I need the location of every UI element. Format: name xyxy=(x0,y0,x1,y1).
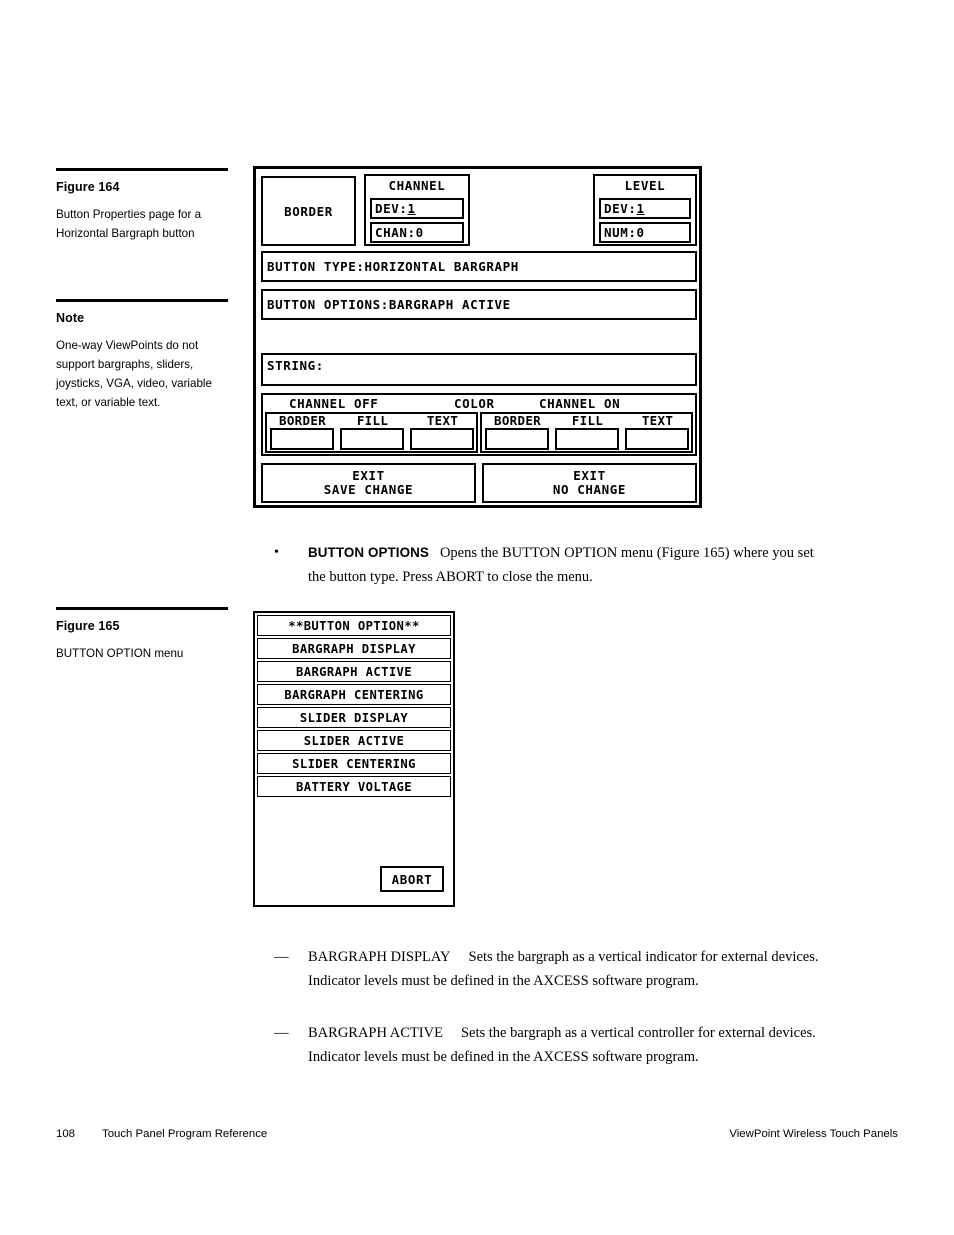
exit-nochange-line2: NO CHANGE xyxy=(552,482,627,497)
channel-on-fill-cell: FILL xyxy=(553,414,622,451)
channel-off-border-swatch[interactable] xyxy=(270,428,334,450)
divider-rule-figure165 xyxy=(56,607,228,610)
channel-on-fill-swatch[interactable] xyxy=(555,428,619,450)
level-group-title: LEVEL xyxy=(624,178,666,193)
channel-off-swatch-group: BORDER FILL TEXT xyxy=(265,412,478,453)
bargraph-active-definition: — BARGRAPH ACTIVE Sets the bargraph as a … xyxy=(274,1021,829,1069)
footer-document-title: Touch Panel Program Reference xyxy=(102,1128,268,1140)
menu-item-bargraph-centering[interactable]: BARGRAPH CENTERING xyxy=(257,684,451,705)
footer-product-name: ViewPoint Wireless Touch Panels xyxy=(729,1128,898,1140)
exit-save-change-button[interactable]: EXIT SAVE CHANGE xyxy=(261,463,476,503)
exit-no-change-button[interactable]: EXIT NO CHANGE xyxy=(482,463,697,503)
channel-on-border-cell: BORDER xyxy=(483,414,552,451)
menu-item-slider-display[interactable]: SLIDER DISPLAY xyxy=(257,707,451,728)
channel-on-border-swatch[interactable] xyxy=(485,428,549,450)
footer-page-number: 108 xyxy=(56,1128,76,1140)
menu-item-slider-centering[interactable]: SLIDER CENTERING xyxy=(257,753,451,774)
channel-chan-label: CHAN: xyxy=(375,225,416,240)
page-footer: 108 Touch Panel Program Reference ViewPo… xyxy=(56,1128,898,1140)
menu-item-bargraph-active[interactable]: BARGRAPH ACTIVE xyxy=(257,661,451,682)
color-section: CHANNEL OFF COLOR CHANNEL ON BORDER FILL… xyxy=(261,393,697,456)
figure-164-heading: Figure 164 xyxy=(56,180,120,194)
string-field[interactable]: STRING: xyxy=(261,353,697,386)
bargraph-display-definition: — BARGRAPH DISPLAY Sets the bargraph as a… xyxy=(274,945,829,993)
channel-off-border-cell: BORDER xyxy=(268,414,337,451)
note-body: One-way ViewPoints do not support bargra… xyxy=(56,339,212,409)
exit-save-line1: EXIT xyxy=(352,468,385,483)
em-dash-icon: — xyxy=(274,949,289,965)
figure-165-caption: BUTTON OPTION menu xyxy=(56,647,184,660)
channel-off-fill-cell: FILL xyxy=(338,414,407,451)
figure-164-margin-block: Figure 164 Button Properties page for a … xyxy=(56,168,228,243)
bargraph-active-term: BARGRAPH ACTIVE xyxy=(308,1025,443,1041)
level-num-value: 0 xyxy=(636,225,645,240)
channel-off-text-swatch[interactable] xyxy=(410,428,474,450)
channel-dev-field[interactable]: DEV: 1 xyxy=(370,198,464,219)
menu-item-battery-voltage[interactable]: BATTERY VOLTAGE xyxy=(257,776,451,797)
bargraph-display-text: BARGRAPH DISPLAY Sets the bargraph as a v… xyxy=(308,945,829,993)
bullet-icon: • xyxy=(274,545,279,560)
menu-item-slider-active[interactable]: SLIDER ACTIVE xyxy=(257,730,451,751)
em-dash-icon: — xyxy=(274,1025,289,1041)
channel-group-title: CHANNEL xyxy=(388,178,446,193)
color-header: COLOR xyxy=(454,396,495,411)
figure-165-heading: Figure 165 xyxy=(56,619,120,633)
divider-rule-figure164 xyxy=(56,168,228,171)
divider-rule-note xyxy=(56,299,228,302)
level-num-label: NUM: xyxy=(604,225,637,240)
bullet-term: BUTTON OPTIONS xyxy=(308,545,429,560)
bullet-paragraph-text: BUTTON OPTIONS Opens the BUTTON OPTION me… xyxy=(308,541,814,589)
channel-dev-value: 1 xyxy=(407,201,416,216)
channel-on-swatch-group: BORDER FILL TEXT xyxy=(480,412,693,453)
exit-save-line2: SAVE CHANGE xyxy=(323,482,414,497)
menu-item-bargraph-display[interactable]: BARGRAPH DISPLAY xyxy=(257,638,451,659)
level-num-field[interactable]: NUM: 0 xyxy=(599,222,691,243)
channel-chan-value: 0 xyxy=(415,225,424,240)
border-button[interactable]: BORDER xyxy=(261,176,356,246)
channel-dev-label: DEV: xyxy=(375,201,408,216)
channel-on-fill-label: FILL xyxy=(571,413,604,428)
note-margin-block: Note One-way ViewPoints do not support b… xyxy=(56,299,228,412)
note-heading: Note xyxy=(56,311,85,325)
channel-on-text-cell: TEXT xyxy=(623,414,692,451)
channel-group: CHANNEL DEV: 1 CHAN: 0 xyxy=(364,174,470,246)
channel-off-border-label: BORDER xyxy=(279,413,326,428)
exit-nochange-line1: EXIT xyxy=(573,468,606,483)
channel-off-header: CHANNEL OFF xyxy=(289,396,379,411)
menu-title: **BUTTON OPTION** xyxy=(257,615,451,636)
bargraph-active-text: BARGRAPH ACTIVE Sets the bargraph as a ve… xyxy=(308,1021,829,1069)
level-dev-label: DEV: xyxy=(604,201,637,216)
abort-button[interactable]: ABORT xyxy=(380,866,444,892)
channel-on-border-label: BORDER xyxy=(494,413,541,428)
channel-chan-field[interactable]: CHAN: 0 xyxy=(370,222,464,243)
channel-off-fill-label: FILL xyxy=(356,413,389,428)
figure-164-button-properties-page: BORDER CHANNEL DEV: 1 CHAN: 0 LEVEL DEV: 1 … xyxy=(253,166,702,508)
figure-164-caption: Button Properties page for a Horizontal … xyxy=(56,208,202,240)
channel-on-text-label: TEXT xyxy=(641,413,674,428)
button-options-field[interactable]: BUTTON OPTIONS:BARGRAPH ACTIVE xyxy=(261,289,697,320)
level-dev-value: 1 xyxy=(636,201,645,216)
level-dev-field[interactable]: DEV: 1 xyxy=(599,198,691,219)
button-type-field[interactable]: BUTTON TYPE:HORIZONTAL BARGRAPH xyxy=(261,251,697,282)
channel-on-header: CHANNEL ON xyxy=(539,396,621,411)
channel-off-fill-swatch[interactable] xyxy=(340,428,404,450)
channel-on-text-swatch[interactable] xyxy=(625,428,689,450)
figure-165-button-option-menu: **BUTTON OPTION** BARGRAPH DISPLAY BARGR… xyxy=(253,611,455,907)
bargraph-display-term: BARGRAPH DISPLAY xyxy=(308,949,451,965)
level-group: LEVEL DEV: 1 NUM: 0 xyxy=(593,174,697,246)
channel-off-text-label: TEXT xyxy=(426,413,459,428)
button-options-bullet-paragraph: • BUTTON OPTIONS Opens the BUTTON OPTION … xyxy=(274,541,814,589)
channel-off-text-cell: TEXT xyxy=(408,414,477,451)
figure-165-margin-block: Figure 165 BUTTON OPTION menu xyxy=(56,607,228,663)
